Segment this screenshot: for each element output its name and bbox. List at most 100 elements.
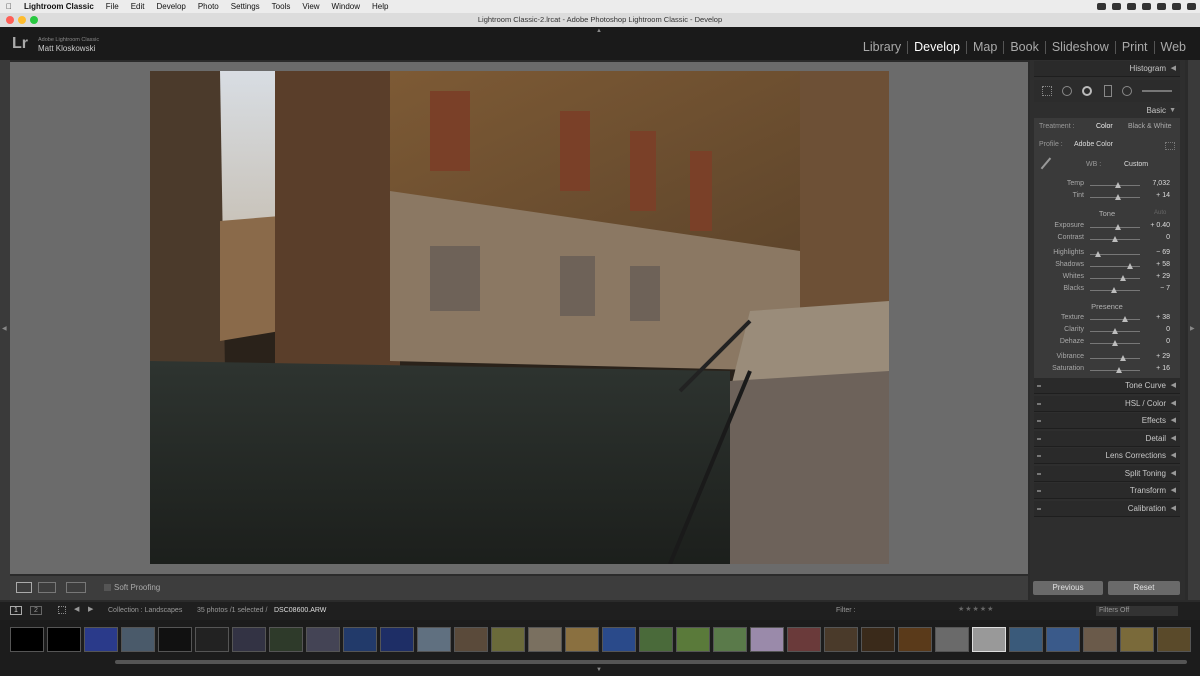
panel-switch-icon[interactable] — [1037, 473, 1041, 475]
filmstrip-thumbnail[interactable] — [343, 627, 377, 652]
slider-thumb[interactable] — [1110, 287, 1117, 293]
menu-view[interactable]: View — [296, 0, 325, 13]
selected-filename[interactable]: DSC08600.ARW — [274, 607, 326, 614]
panel-header-split-toning[interactable]: Split Toning ◀ — [1034, 466, 1180, 482]
slider-thumb[interactable] — [1119, 355, 1126, 361]
filmstrip-thumbnail[interactable] — [972, 627, 1006, 652]
panel-switch-icon[interactable] — [1037, 508, 1041, 510]
back-arrow-icon[interactable]: ◀ — [74, 605, 79, 613]
slider-value[interactable]: 0 — [1166, 234, 1170, 241]
menu-window[interactable]: Window — [326, 0, 366, 13]
slider-saturation[interactable]: Saturation + 16 — [1034, 365, 1180, 376]
panel-header-detail[interactable]: Detail ◀ — [1034, 431, 1180, 447]
filters-off-dropdown[interactable]: Filters Off — [1096, 606, 1178, 616]
main-window-button[interactable]: 1 — [10, 606, 22, 615]
slider-tint[interactable]: Tint + 14 — [1034, 192, 1180, 203]
slider-value[interactable]: − 69 — [1156, 249, 1170, 256]
control-center-icon[interactable] — [1187, 3, 1196, 10]
left-panel-toggle-icon[interactable]: ◀ — [2, 325, 7, 332]
filmstrip-thumbnail[interactable] — [639, 627, 673, 652]
spot-removal-icon[interactable] — [1062, 86, 1072, 96]
close-window-button[interactable] — [6, 16, 14, 24]
forward-arrow-icon[interactable]: ▶ — [88, 605, 93, 613]
minimize-window-button[interactable] — [18, 16, 26, 24]
slider-value[interactable]: 0 — [1166, 326, 1170, 333]
yy-compare-button[interactable] — [66, 582, 86, 593]
wifi-icon[interactable] — [1157, 3, 1166, 10]
filmstrip-scrollbar[interactable] — [115, 660, 1187, 664]
menu-develop[interactable]: Develop — [150, 0, 191, 13]
slider-track[interactable] — [1090, 370, 1140, 371]
slider-exposure[interactable]: Exposure + 0.40 — [1034, 222, 1180, 233]
filmstrip-thumbnail[interactable] — [491, 627, 525, 652]
filmstrip-thumbnail[interactable] — [935, 627, 969, 652]
grid-view-icon[interactable] — [58, 606, 66, 614]
module-slideshow[interactable]: Slideshow — [1046, 41, 1116, 54]
slider-texture[interactable]: Texture + 38 — [1034, 314, 1180, 325]
second-window-button[interactable]: 2 — [30, 606, 42, 615]
filmstrip-thumbnail[interactable] — [454, 627, 488, 652]
previous-button[interactable]: Previous — [1033, 581, 1103, 595]
slider-value[interactable]: + 58 — [1156, 261, 1170, 268]
panel-header-hsl-color[interactable]: HSL / Color ◀ — [1034, 396, 1180, 412]
panel-switch-icon[interactable] — [1037, 385, 1041, 387]
slider-vibrance[interactable]: Vibrance + 29 — [1034, 353, 1180, 364]
panel-switch-icon[interactable] — [1037, 455, 1041, 457]
slider-thumb[interactable] — [1112, 236, 1118, 242]
module-book[interactable]: Book — [1004, 41, 1046, 54]
screen-icon[interactable] — [1127, 3, 1136, 10]
slider-blacks[interactable]: Blacks − 7 — [1034, 285, 1180, 296]
graduated-filter-icon[interactable] — [1104, 85, 1112, 97]
volume-icon[interactable] — [1142, 3, 1151, 10]
slider-thumb[interactable] — [1119, 275, 1126, 281]
filmstrip-thumbnail[interactable] — [1120, 627, 1154, 652]
right-panel-toggle-icon[interactable]: ▶ — [1190, 325, 1195, 332]
slider-highlights[interactable]: Highlights − 69 — [1034, 249, 1180, 260]
loupe-view-button[interactable] — [16, 582, 32, 593]
slider-thumb[interactable] — [1112, 340, 1118, 346]
filmstrip-thumbnail[interactable] — [380, 627, 414, 652]
panel-header-effects[interactable]: Effects ◀ — [1034, 413, 1180, 429]
slider-track[interactable] — [1090, 358, 1140, 359]
slider-thumb[interactable] — [1126, 263, 1133, 269]
wb-dropdown[interactable]: Custom — [1124, 161, 1148, 168]
slider-dehaze[interactable]: Dehaze 0 — [1034, 338, 1180, 349]
filmstrip-thumbnail[interactable] — [1083, 627, 1117, 652]
top-panel-toggle-icon[interactable]: ▲ — [596, 28, 602, 34]
filmstrip-thumbnail[interactable] — [528, 627, 562, 652]
module-library[interactable]: Library — [857, 41, 909, 54]
search-icon[interactable] — [1172, 3, 1181, 10]
basic-panel-header[interactable]: Basic ▼ — [1034, 103, 1180, 119]
filmstrip-thumbnail[interactable] — [306, 627, 340, 652]
panel-header-transform[interactable]: Transform ◀ — [1034, 483, 1180, 499]
panel-switch-icon[interactable] — [1037, 403, 1041, 405]
apple-icon[interactable]:  — [0, 0, 18, 13]
profile-browser-icon[interactable] — [1165, 142, 1175, 150]
filmstrip-thumbnail[interactable] — [84, 627, 118, 652]
main-photo[interactable] — [150, 71, 889, 564]
panel-header-lens-corrections[interactable]: Lens Corrections ◀ — [1034, 448, 1180, 464]
radial-filter-icon[interactable] — [1122, 86, 1132, 96]
filmstrip-thumbnail[interactable] — [158, 627, 192, 652]
panel-switch-icon[interactable] — [1037, 420, 1041, 422]
filmstrip-thumbnail[interactable] — [1046, 627, 1080, 652]
before-after-button[interactable] — [38, 582, 56, 593]
filmstrip-thumbnail[interactable] — [750, 627, 784, 652]
slider-clarity[interactable]: Clarity 0 — [1034, 326, 1180, 337]
slider-thumb[interactable] — [1114, 182, 1121, 188]
module-web[interactable]: Web — [1155, 41, 1192, 54]
module-map[interactable]: Map — [967, 41, 1005, 54]
panel-header-calibration[interactable]: Calibration ◀ — [1034, 501, 1180, 517]
filmstrip-thumbnail[interactable] — [121, 627, 155, 652]
slider-value[interactable]: + 29 — [1156, 353, 1170, 360]
slider-whites[interactable]: Whites + 29 — [1034, 273, 1180, 284]
filmstrip-thumbnail[interactable] — [676, 627, 710, 652]
collection-source[interactable]: Collection : Landscapes — [108, 607, 182, 614]
slider-thumb[interactable] — [1114, 224, 1121, 230]
filmstrip-thumbnail[interactable] — [269, 627, 303, 652]
reset-button[interactable]: Reset — [1108, 581, 1180, 595]
filmstrip-thumbnail[interactable] — [1157, 627, 1191, 652]
filmstrip-thumbnail[interactable] — [1009, 627, 1043, 652]
module-develop[interactable]: Develop — [908, 41, 967, 54]
zoom-window-button[interactable] — [30, 16, 38, 24]
